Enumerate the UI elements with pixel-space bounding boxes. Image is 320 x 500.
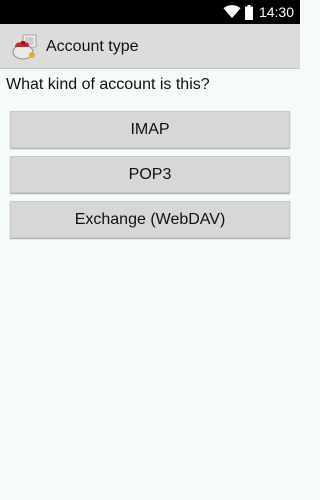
question-text: What kind of account is this?	[6, 76, 210, 93]
action-bar: Account type	[0, 24, 300, 69]
battery-icon	[244, 4, 253, 20]
wifi-icon	[223, 5, 241, 18]
pop3-button[interactable]: POP3	[10, 156, 290, 193]
exchange-webdav-button[interactable]: Exchange (WebDAV)	[10, 201, 290, 238]
action-bar-title: Account type	[46, 38, 139, 55]
app-icon	[12, 34, 37, 60]
status-icons: 14:30	[223, 0, 294, 24]
status-time: 14:30	[258, 4, 294, 20]
imap-button[interactable]: IMAP	[10, 111, 290, 148]
status-bar: 14:30	[0, 0, 300, 24]
